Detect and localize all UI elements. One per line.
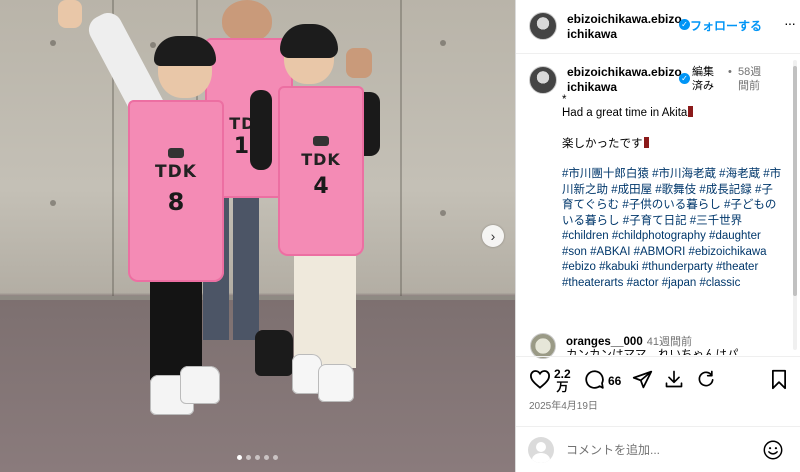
carousel-dot[interactable] — [255, 455, 260, 460]
wall-hole — [440, 210, 446, 216]
carousel-dots — [0, 455, 515, 460]
jersey-brand: TDK — [155, 162, 197, 182]
edited-label-line1: 編集 — [692, 66, 714, 78]
adult-head — [222, 0, 272, 42]
post-side-panel: ebizoichikawa.ebizo ichikawa ✓ フォローする ··… — [515, 0, 800, 472]
edited-label-line2: 済み — [692, 80, 714, 92]
carousel-next-button[interactable]: › — [482, 225, 504, 247]
wall-hole — [440, 40, 446, 46]
post-header: ebizoichikawa.ebizo ichikawa ✓ フォローする ··… — [516, 0, 800, 54]
author-username-line1: ebizoichikawa.ebizo — [567, 12, 682, 26]
carousel-dot[interactable] — [264, 455, 269, 460]
repost-icon — [698, 370, 714, 387]
post-date[interactable]: 2025年4月19日 — [529, 397, 598, 412]
emoji-icon[interactable] — [762, 439, 784, 461]
like-count-line2: 万 — [556, 380, 569, 394]
download-icon — [665, 370, 683, 388]
caption-marker: * — [562, 94, 567, 106]
boy-hair — [154, 36, 216, 66]
boy-fist — [58, 0, 82, 28]
scrollbar-thumb[interactable] — [793, 66, 797, 296]
adult-shoe — [255, 330, 293, 376]
like-button[interactable] — [529, 369, 551, 389]
caption-text: * Had a great time in Akita 楽しかったです #市川團… — [562, 94, 782, 306]
save-button[interactable] — [770, 369, 788, 390]
jersey-crest — [313, 136, 329, 146]
jersey-crest — [168, 148, 184, 158]
girl-shoe — [318, 364, 354, 402]
wall-hole — [150, 42, 156, 48]
chevron-right-icon: › — [490, 228, 496, 244]
share-button[interactable] — [632, 369, 653, 390]
jersey: TDK 4 — [278, 86, 364, 256]
edited-label: 編集 済み — [692, 65, 714, 93]
comment-bar — [516, 426, 800, 472]
wall-seam — [400, 0, 402, 300]
author-avatar[interactable] — [529, 12, 557, 40]
girl-arm — [250, 90, 272, 170]
wall-hole — [50, 40, 56, 46]
caption-author-username[interactable]: ebizoichikawa.ebizo ichikawa — [567, 65, 682, 95]
follow-button[interactable]: フォローする — [690, 17, 762, 34]
comment-icon — [585, 370, 604, 389]
caption-time-line1: 58週 — [738, 66, 762, 78]
author-username[interactable]: ebizoichikawa.ebizo ichikawa — [567, 12, 682, 42]
current-user-avatar[interactable] — [528, 437, 554, 463]
wall-hole — [50, 200, 56, 206]
more-icon[interactable]: ··· — [784, 15, 796, 31]
share-icon — [632, 370, 653, 389]
meta-separator: • — [728, 66, 732, 78]
author-username-line2: ichikawa — [567, 27, 618, 41]
comment-count[interactable]: 66 — [608, 374, 621, 388]
boy-shoe — [180, 366, 220, 404]
caption-hashtags[interactable]: #市川團十郎白猿 #市川海老蔵 #海老蔵 #市川新之助 #成田屋 #歌舞伎 #成… — [562, 167, 782, 291]
download-button[interactable] — [664, 369, 684, 389]
caption-username-line2: ichikawa — [567, 80, 618, 94]
caption-timestamp[interactable]: 58週 間前 — [738, 65, 761, 93]
comment-input[interactable] — [566, 441, 756, 459]
heart-icon — [529, 370, 551, 389]
adult-legs — [233, 190, 259, 340]
jersey: TDK 8 — [128, 100, 224, 282]
jersey-brand: TDK — [301, 150, 341, 169]
flag-emoji — [688, 106, 694, 117]
flag-emoji — [643, 136, 649, 148]
carousel-dot[interactable] — [273, 455, 278, 460]
verified-icon: ✓ — [679, 19, 690, 30]
adult-fist — [346, 48, 372, 78]
post-photo[interactable]: TDK 13 TDK 8 TDK 4 › — [0, 0, 515, 472]
carousel-dot[interactable] — [237, 455, 242, 460]
jersey-number: 8 — [167, 188, 185, 216]
girl-legs — [294, 250, 356, 368]
comment-button[interactable] — [584, 369, 605, 390]
caption-username-line1: ebizoichikawa.ebizo — [567, 65, 682, 79]
carousel-dot[interactable] — [246, 455, 251, 460]
comments-scroll-area[interactable]: ebizoichikawa.ebizo ichikawa ✓ 編集 済み • 5… — [516, 54, 800, 354]
caption-line-2: 楽しかったです — [562, 137, 643, 150]
verified-icon: ✓ — [679, 73, 690, 84]
caption-author-avatar[interactable] — [529, 66, 557, 94]
jersey-number: 4 — [313, 174, 329, 199]
repost-button[interactable] — [696, 369, 716, 389]
caption-line-1: Had a great time in Akita — [562, 107, 688, 119]
bookmark-icon — [772, 369, 786, 390]
reply-text: カンカンはママ れいちゃんはパ — [566, 349, 739, 355]
boy-legs — [150, 270, 202, 380]
caption-time-line2: 間前 — [738, 80, 760, 92]
girl-hair — [280, 24, 338, 58]
like-count[interactable]: 2.2 万 — [554, 368, 571, 394]
